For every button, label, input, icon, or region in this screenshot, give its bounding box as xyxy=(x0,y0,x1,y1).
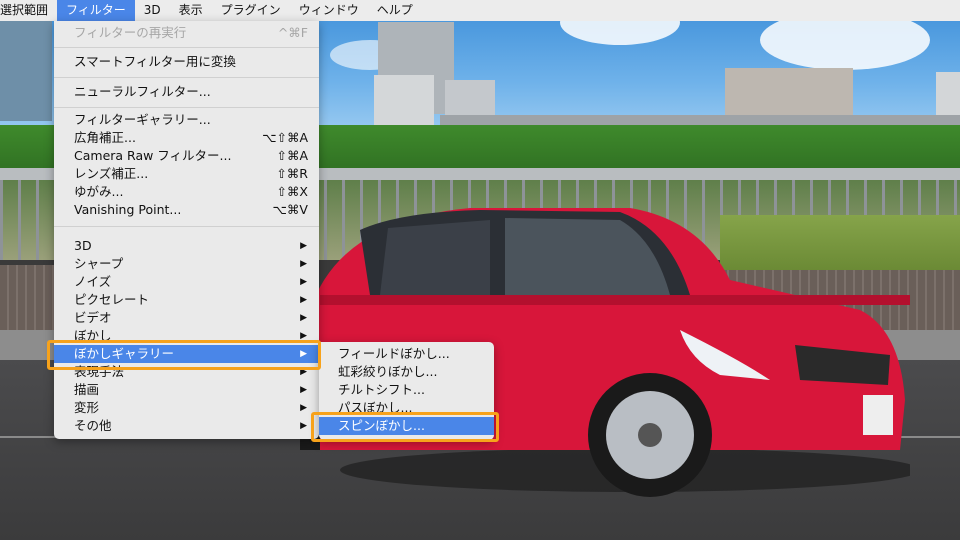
menu-item-label: 広角補正... xyxy=(74,130,136,145)
elevated-road xyxy=(440,115,960,125)
submenu-arrow-icon: ▶ xyxy=(300,385,307,395)
menu-item-video[interactable]: ビデオ ▶ xyxy=(54,309,319,327)
menu-item-liquify[interactable]: ゆがみ... ⇧⌘X xyxy=(54,183,319,201)
submenu-arrow-icon: ▶ xyxy=(300,313,307,323)
submenu-arrow-icon: ▶ xyxy=(300,259,307,269)
menu-item-label: 虹彩絞りぼかし... xyxy=(338,364,438,379)
menu-item-label: 描画 xyxy=(74,382,100,397)
menu-item-label: チルトシフト... xyxy=(338,382,425,397)
menu-item-label: シャープ xyxy=(74,256,124,271)
submenu-arrow-icon: ▶ xyxy=(300,295,307,305)
menu-item-pixelate[interactable]: ピクセレート ▶ xyxy=(54,291,319,309)
menu-item-label: ニューラルフィルター... xyxy=(74,84,211,99)
menu-item-label: ビデオ xyxy=(74,310,112,325)
menu-item-neural-filters[interactable]: ニューラルフィルター... xyxy=(54,83,319,101)
menu-item-label: フィルターの再実行 xyxy=(74,25,187,40)
shortcut-label: ⇧⌘A xyxy=(276,148,308,163)
filter-dropdown-menu: フィルターの再実行 ^⌘F スマートフィルター用に変換 ニューラルフィルター..… xyxy=(54,21,319,439)
callout-highlight-spin-blur xyxy=(311,412,499,442)
menu-item-label: 3D xyxy=(74,238,92,253)
menu-item-3d[interactable]: 3D ▶ xyxy=(54,237,319,255)
menu-item-label: 変形 xyxy=(74,400,100,415)
menu-separator xyxy=(54,77,319,78)
menu-item-label: フィールドぼかし... xyxy=(338,346,450,361)
menu-item-noise[interactable]: ノイズ ▶ xyxy=(54,273,319,291)
menu-item-label: ピクセレート xyxy=(74,292,150,307)
menu-item-label: ノイズ xyxy=(74,274,112,289)
menu-item-label: Camera Raw フィルター... xyxy=(74,148,232,163)
shortcut-label: ⇧⌘X xyxy=(276,184,308,199)
submenu-arrow-icon: ▶ xyxy=(300,277,307,287)
menu-3d[interactable]: 3D xyxy=(135,0,170,21)
menu-item-label: レンズ補正... xyxy=(74,166,149,181)
callout-highlight-blur-gallery xyxy=(47,340,321,370)
submenu-item-iris-blur[interactable]: 虹彩絞りぼかし... xyxy=(319,363,494,381)
menu-item-filter-gallery[interactable]: フィルターギャラリー... xyxy=(54,111,319,129)
menu-item-other[interactable]: その他 ▶ xyxy=(54,417,319,435)
menu-help[interactable]: ヘルプ xyxy=(368,0,422,21)
menu-separator xyxy=(54,226,319,227)
menu-item-render[interactable]: 描画 ▶ xyxy=(54,381,319,399)
shortcut-label: ⇧⌘R xyxy=(276,166,308,181)
menu-item-label: ゆがみ... xyxy=(74,184,124,199)
submenu-arrow-icon: ▶ xyxy=(300,241,307,251)
submenu-arrow-icon: ▶ xyxy=(300,421,307,431)
menu-window[interactable]: ウィンドウ xyxy=(290,0,368,21)
menu-item-label: スマートフィルター用に変換 xyxy=(74,54,236,69)
menu-item-camera-raw-filter[interactable]: Camera Raw フィルター... ⇧⌘A xyxy=(54,147,319,165)
menu-item-reapply-filter[interactable]: フィルターの再実行 ^⌘F xyxy=(54,24,319,42)
menu-item-lens-correction[interactable]: レンズ補正... ⇧⌘R xyxy=(54,165,319,183)
menu-separator xyxy=(54,107,319,108)
shortcut-label: ^⌘F xyxy=(277,25,308,40)
menu-plugins[interactable]: プラグイン xyxy=(212,0,290,21)
building xyxy=(0,21,52,121)
menu-item-label: フィルターギャラリー... xyxy=(74,112,211,127)
menu-view[interactable]: 表示 xyxy=(170,0,212,21)
menu-bar: 選択範囲 フィルター 3D 表示 プラグイン ウィンドウ ヘルプ xyxy=(0,0,960,21)
menu-item-vanishing-point[interactable]: Vanishing Point... ⌥⌘V xyxy=(54,201,319,219)
menu-separator xyxy=(54,47,319,48)
menu-item-convert-smart-filter[interactable]: スマートフィルター用に変換 xyxy=(54,53,319,71)
submenu-item-tilt-shift[interactable]: チルトシフト... xyxy=(319,381,494,399)
building xyxy=(725,68,853,120)
building xyxy=(374,75,434,130)
shortcut-label: ⌥⌘V xyxy=(272,202,308,217)
menu-item-label: Vanishing Point... xyxy=(74,202,182,217)
submenu-item-field-blur[interactable]: フィールドぼかし... xyxy=(319,345,494,363)
menu-item-sharpen[interactable]: シャープ ▶ xyxy=(54,255,319,273)
menu-filter[interactable]: フィルター xyxy=(57,0,135,21)
submenu-arrow-icon: ▶ xyxy=(300,403,307,413)
shortcut-label: ⌥⇧⌘A xyxy=(262,130,308,145)
menu-item-label: その他 xyxy=(74,418,112,433)
menu-item-distort[interactable]: 変形 ▶ xyxy=(54,399,319,417)
menu-select[interactable]: 選択範囲 xyxy=(0,0,57,21)
menu-item-adaptive-wide-angle[interactable]: 広角補正... ⌥⇧⌘A xyxy=(54,129,319,147)
